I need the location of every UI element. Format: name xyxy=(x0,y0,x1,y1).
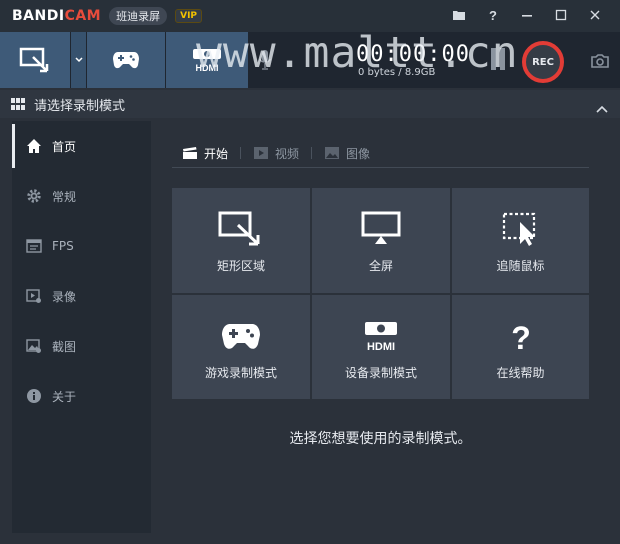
rectangle-area-icon xyxy=(218,211,260,246)
mode-label: 设备录制模式 xyxy=(344,365,417,380)
record-label: REC xyxy=(532,56,554,68)
sidebar-item-label: 常规 xyxy=(52,189,77,204)
picture-icon xyxy=(325,147,340,159)
hint-text: 选择您想要使用的录制模式。 xyxy=(289,431,472,447)
screenshot-button[interactable] xyxy=(586,48,614,74)
sidebar-item-general[interactable]: 常规 xyxy=(12,171,151,221)
play-icon xyxy=(254,147,269,159)
close-icon xyxy=(590,10,600,20)
recording-size: 0 bytes / 8.9GB xyxy=(358,67,436,78)
svg-text:?: ? xyxy=(511,320,531,353)
mode-online-help[interactable]: ? 在线帮助 xyxy=(452,295,589,399)
record-button[interactable]: REC xyxy=(522,41,564,83)
webcam-icon xyxy=(259,50,271,70)
fps-icon xyxy=(26,239,42,253)
tab-video[interactable]: 视频 xyxy=(241,141,311,165)
minimize-icon xyxy=(522,15,532,17)
tab-bar: 开始 视频 图像 xyxy=(172,139,589,168)
sidebar-item-video[interactable]: 录像 xyxy=(12,271,151,321)
sidebar: 首页 常规 FPS 录像 截图 关于 xyxy=(12,121,151,533)
game-mode-button[interactable] xyxy=(87,32,165,88)
sidebar-item-label: 截图 xyxy=(52,339,77,354)
sidebar-item-fps[interactable]: FPS xyxy=(12,221,151,271)
main-panel: 开始 视频 图像 矩形区域 全屏 追随鼠标 游戏录制模式 HDMI 设备录制模式… xyxy=(152,121,609,533)
minimize-button[interactable] xyxy=(510,4,544,26)
tab-label: 图像 xyxy=(346,146,371,161)
video-settings-icon xyxy=(26,289,41,303)
mode-fullscreen[interactable]: 全屏 xyxy=(312,188,450,293)
question-icon: ? xyxy=(511,320,531,353)
help-button[interactable]: ? xyxy=(476,4,510,26)
maximize-button[interactable] xyxy=(544,4,578,26)
svg-text:HDMI: HDMI xyxy=(196,63,219,73)
mode-label: 在线帮助 xyxy=(496,365,545,380)
clapper-icon xyxy=(183,147,197,159)
mode-bar-label: 请选择录制模式 xyxy=(34,98,126,114)
sidebar-item-label: 首页 xyxy=(52,139,77,154)
title-bar: BANDICAM 班迪录屏 VIP ? xyxy=(0,0,620,32)
info-icon xyxy=(27,389,41,403)
folder-icon xyxy=(453,11,465,20)
tab-start[interactable]: 开始 xyxy=(172,141,240,165)
maximize-icon xyxy=(555,9,567,21)
sidebar-item-home[interactable]: 首页 xyxy=(12,121,151,171)
mode-rectangle-area[interactable]: 矩形区域 xyxy=(172,188,310,293)
tab-label: 开始 xyxy=(204,146,229,161)
mode-label: 矩形区域 xyxy=(216,259,265,273)
rectangle-mode-button[interactable] xyxy=(0,32,70,88)
chevron-down-icon xyxy=(74,57,83,63)
svg-text:?: ? xyxy=(489,8,497,22)
pause-icon xyxy=(491,48,496,70)
collapse-button[interactable] xyxy=(596,98,608,117)
cursor-follow-icon xyxy=(502,212,535,246)
app-logo: BANDICAM xyxy=(12,8,102,24)
mode-label: 全屏 xyxy=(368,259,393,273)
mode-label: 游戏录制模式 xyxy=(204,365,277,380)
mode-device[interactable]: HDMI 设备录制模式 xyxy=(312,295,450,399)
recording-time: 00:00:00 xyxy=(356,42,470,67)
webcam-button[interactable] xyxy=(250,32,280,88)
grid-icon xyxy=(11,98,25,110)
image-settings-icon xyxy=(26,339,41,353)
hdmi-icon: HDMI xyxy=(193,49,221,73)
close-button[interactable] xyxy=(578,4,612,26)
hdmi-icon: HDMI xyxy=(365,321,397,352)
gamepad-icon xyxy=(222,323,260,349)
folder-button[interactable] xyxy=(442,4,476,26)
mode-game[interactable]: 游戏录制模式 xyxy=(172,295,310,399)
mode-label: 追随鼠标 xyxy=(496,259,545,273)
sidebar-item-label: FPS xyxy=(52,239,74,253)
camera-icon xyxy=(591,54,609,68)
monitor-icon xyxy=(361,211,401,244)
mode-follow-mouse[interactable]: 追随鼠标 xyxy=(452,188,589,293)
svg-text:HDMI: HDMI xyxy=(367,341,395,352)
sidebar-item-label: 录像 xyxy=(52,289,77,304)
gamepad-icon xyxy=(113,52,139,69)
device-mode-button[interactable]: HDMI xyxy=(166,32,248,88)
home-icon xyxy=(27,139,41,153)
sidebar-item-about[interactable]: 关于 xyxy=(12,371,151,421)
app-name-badge: 班迪录屏 xyxy=(109,7,168,25)
tab-image[interactable]: 图像 xyxy=(312,141,382,165)
pause-button[interactable] xyxy=(488,48,508,74)
vip-badge[interactable]: VIP xyxy=(175,9,203,23)
sidebar-item-image[interactable]: 截图 xyxy=(12,321,151,371)
chevron-up-icon xyxy=(596,105,608,113)
mode-dropdown-button[interactable] xyxy=(71,32,86,88)
mode-grid: 矩形区域 全屏 追随鼠标 游戏录制模式 HDMI 设备录制模式 ? 在线帮助 xyxy=(172,188,589,399)
mode-bar: 请选择录制模式 xyxy=(0,90,620,118)
sidebar-item-label: 关于 xyxy=(52,389,77,404)
rectangle-area-icon xyxy=(19,47,49,73)
gear-icon xyxy=(27,189,41,203)
help-icon: ? xyxy=(489,8,497,22)
tab-label: 视频 xyxy=(275,146,300,161)
